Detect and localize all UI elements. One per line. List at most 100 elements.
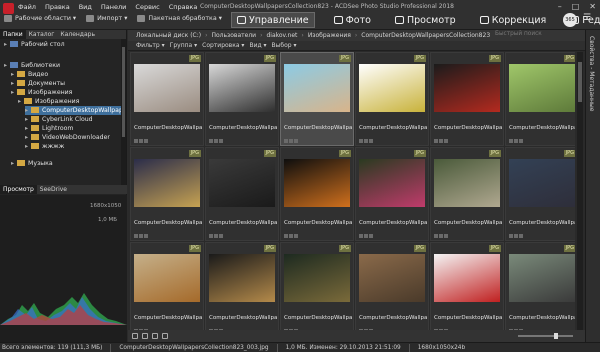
preview-tab[interactable]: SeeDrive [37, 185, 70, 194]
folder-icon [17, 160, 25, 166]
thumbnail[interactable]: JPG ComputerDesktopWallpa [280, 242, 354, 330]
tree-item[interactable]: ▸ Библиотеки [4, 61, 60, 70]
stats-button[interactable]: 365 [563, 13, 577, 27]
tree-item[interactable]: ▸ жжжж [25, 142, 64, 151]
minimize-icon[interactable]: – [558, 2, 562, 11]
left-tab[interactable]: Каталог [26, 30, 58, 39]
tree-item[interactable]: ▸ComputerDesktopWallpapersCollection823 [25, 106, 125, 115]
mode-tab[interactable]: Фото [329, 12, 376, 28]
filter-menu[interactable]: Сортировка ▾ [202, 42, 244, 49]
tree-item[interactable]: ▸ Lightroom [25, 124, 73, 133]
menu-item[interactable]: Вид [79, 3, 92, 11]
tree-item[interactable]: ▸ Изображения [18, 97, 79, 106]
status-icon [369, 139, 373, 143]
thumbnail[interactable]: JPG ComputerDesktopWallpa [355, 52, 429, 146]
status-icon [434, 139, 438, 143]
thumbnail-filename: ComputerDesktopWallpa [134, 315, 202, 321]
menu-item[interactable]: Правка [45, 3, 70, 11]
thumbnail[interactable]: JPG ComputerDesktopWallpa [505, 147, 575, 241]
mode-tab[interactable]: Просмотр [390, 12, 461, 28]
filter-menu[interactable]: Фильтр ▾ [136, 42, 165, 49]
tree-item[interactable]: ▸ Музыка [11, 159, 53, 168]
close-icon[interactable]: ✕ [589, 2, 596, 11]
folder-icon [10, 62, 18, 68]
thumbnail[interactable]: JPG ComputerDesktopWallpa [130, 52, 204, 146]
folder-tree-scrollbar[interactable] [121, 39, 126, 185]
folder-icon [24, 98, 32, 104]
toolbar-item[interactable]: Импорт ▾ [86, 15, 127, 22]
status-icon [209, 234, 213, 238]
breadcrumb-item[interactable]: Пользователи [212, 32, 257, 39]
status-icon [359, 234, 363, 238]
thumbnail[interactable]: JPG ComputerDesktopWallpa [505, 242, 575, 330]
toolbar-item[interactable]: Пакетная обработка ▾ [137, 15, 222, 22]
rotate-left-icon[interactable] [142, 333, 148, 339]
filter-menu[interactable]: Группа ▾ [170, 42, 197, 49]
maximize-icon[interactable]: □ [572, 2, 580, 11]
file-type-badge: JPG [488, 55, 501, 62]
breadcrumb-item[interactable]: Локальный диск (C:) [136, 32, 201, 39]
thumbnail[interactable]: JPG ComputerDesktopWallpa [355, 242, 429, 330]
thumbnail[interactable]: JPG ComputerDesktopWallpa [355, 147, 429, 241]
tree-item[interactable]: ▸ Рабочий стол [4, 40, 65, 49]
menu-item[interactable]: Панели [101, 3, 127, 11]
file-type-badge: JPG [563, 55, 575, 62]
scroll-thumb[interactable] [578, 62, 582, 102]
thumbnail[interactable]: JPG ComputerDesktopWallpa [130, 147, 204, 241]
tree-item[interactable]: ▸ Изображения [11, 88, 72, 97]
tree-item[interactable]: ▸ Документы [11, 79, 65, 88]
tree-item[interactable]: ▸ VideoWebDownloader [25, 133, 110, 142]
thumbnail[interactable]: JPG ComputerDesktopWallpa [280, 147, 354, 241]
thumbnail-image [209, 254, 275, 302]
menu-item[interactable]: Справка [169, 3, 198, 11]
grid-scrollbar[interactable] [577, 52, 583, 330]
camera-icon [333, 16, 343, 24]
tree-item-label: VideoWebDownloader [42, 134, 110, 141]
file-type-badge: JPG [488, 150, 501, 157]
menu-item[interactable]: Сервис [135, 3, 159, 11]
thumbnail-filename: ComputerDesktopWallpa [134, 220, 202, 226]
preview-tab[interactable]: Просмотр [0, 185, 37, 194]
left-tab[interactable]: Календарь [57, 30, 98, 39]
properties-tab[interactable]: Свойства - Метаданные [588, 36, 595, 111]
breadcrumb-item[interactable]: ComputerDesktopWallpapersCollection823 [361, 32, 490, 39]
zoom-slider-handle[interactable] [554, 333, 558, 339]
thumbnail[interactable]: JPG ComputerDesktopWallpa [430, 52, 504, 146]
mode-tabs: УправлениеФотоПросмотрКоррекцияРедактор [231, 12, 600, 28]
thumbnail[interactable]: JPG ComputerDesktopWallpa [430, 147, 504, 241]
filter-menu[interactable]: Выбор ▾ [272, 42, 297, 49]
thumbnail[interactable]: JPG ComputerDesktopWallpa [130, 242, 204, 330]
app-logo[interactable] [3, 3, 14, 14]
breadcrumb-item[interactable]: diakov.net [266, 32, 297, 39]
mode-menu-icon[interactable]: ☰ [583, 13, 591, 23]
status-icon [294, 234, 298, 238]
left-tab[interactable]: Папки [0, 30, 26, 39]
compare-icon[interactable] [162, 333, 168, 339]
thumbnail-filename: ComputerDesktopWallpa [509, 315, 575, 321]
tree-item-label: Изображения [35, 98, 80, 105]
rotate-right-icon[interactable] [152, 333, 158, 339]
thumbnail[interactable]: JPG ComputerDesktopWallpa [280, 52, 354, 146]
thumbnail[interactable]: JPG ComputerDesktopWallpa [205, 52, 279, 146]
zoom-slider[interactable] [518, 333, 573, 339]
scroll-thumb[interactable] [122, 47, 125, 137]
thumbnail[interactable]: JPG ComputerDesktopWallpa [505, 52, 575, 146]
toolbar-item[interactable]: Рабочие области ▾ [4, 15, 76, 22]
filter-menu[interactable]: Вид ▾ [249, 42, 266, 49]
thumbnail[interactable]: JPG ComputerDesktopWallpa [205, 242, 279, 330]
status-icon [369, 234, 373, 238]
tree-item[interactable]: ▸ Видео [11, 70, 48, 79]
status-icon [434, 234, 438, 238]
thumbnail-filename: ComputerDesktopWallpa [359, 220, 427, 226]
select-all-icon[interactable] [132, 333, 138, 339]
thumbnail-image [209, 64, 275, 112]
mode-tab[interactable]: Коррекция [475, 12, 552, 28]
quick-search-input[interactable]: Быстрый поиск [495, 31, 565, 40]
tree-item[interactable]: ▸ CyberLink Cloud [25, 115, 93, 124]
menu-item[interactable]: Файл [18, 3, 36, 11]
mode-tab[interactable]: Управление [231, 12, 315, 28]
thumbnail[interactable]: JPG ComputerDesktopWallpa [205, 147, 279, 241]
thumbnail-image [509, 254, 575, 302]
thumbnail[interactable]: JPG ComputerDesktopWallpa [430, 242, 504, 330]
breadcrumb-item[interactable]: Изображения [308, 32, 351, 39]
